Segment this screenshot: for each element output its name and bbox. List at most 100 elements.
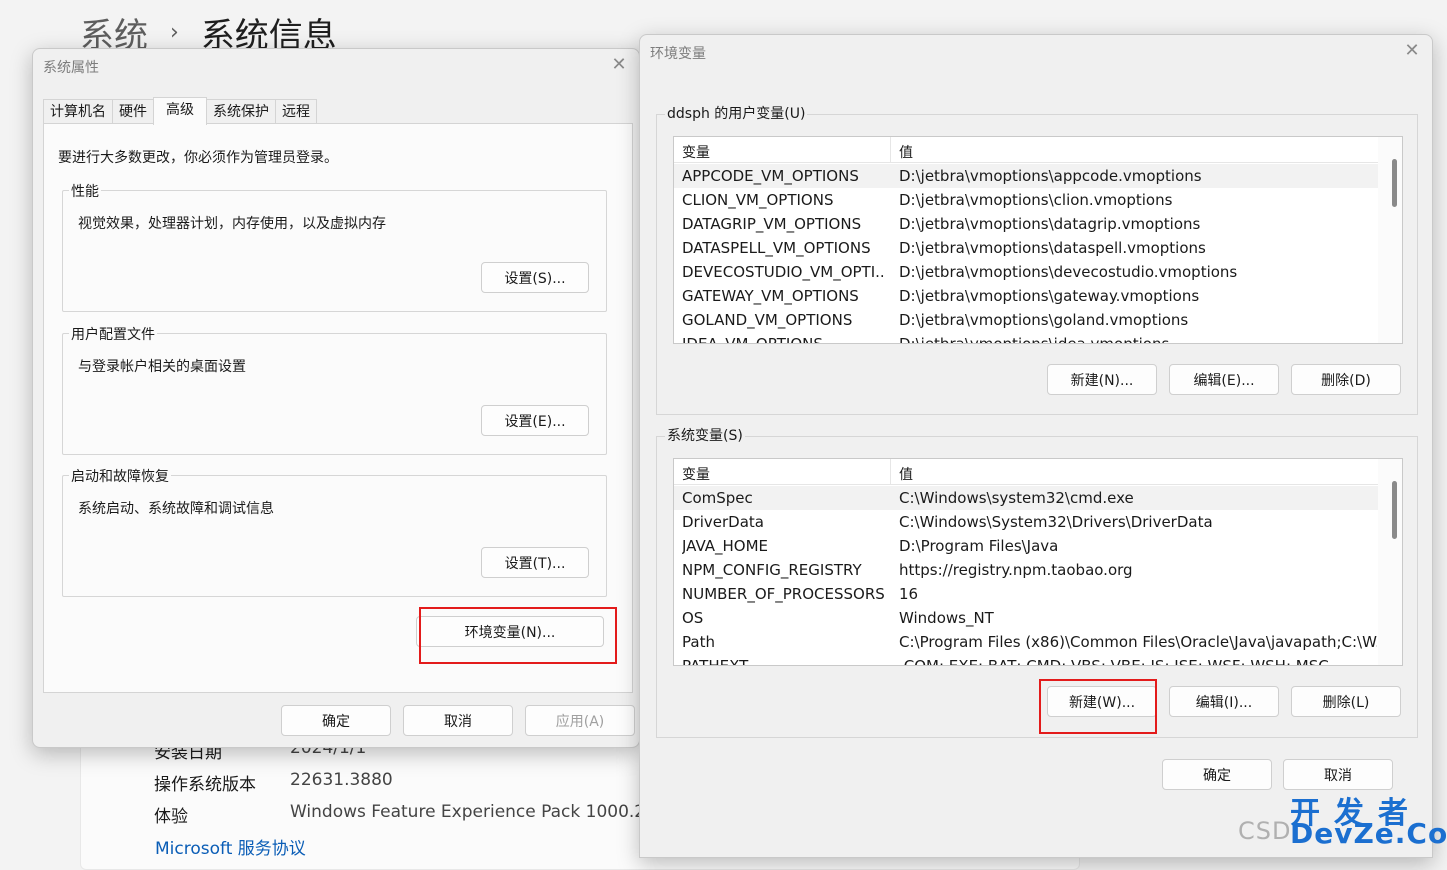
var-value: D:\jetbra\vmoptions\appcode.vmoptions: [899, 167, 1202, 185]
column-divider[interactable]: [890, 137, 891, 163]
var-value: .COM;.EXE;.BAT;.CMD;.VBS;.VBE;.JS;.JSE;.…: [899, 657, 1329, 666]
column-header-name[interactable]: 变量: [682, 464, 710, 484]
highlight-box: [419, 607, 617, 664]
column-divider[interactable]: [890, 459, 891, 485]
var-value: D:\jetbra\vmoptions\dataspell.vmoptions: [899, 239, 1206, 257]
column-header-value[interactable]: 值: [899, 464, 913, 484]
user-profiles-settings-button[interactable]: 设置(E)...: [481, 405, 589, 436]
environment-variables-dialog: 环境变量 ✕ ddsph 的用户变量(U) 变量 值 APPCODE_VM_OP…: [639, 34, 1433, 858]
var-value: D:\jetbra\vmoptions\gateway.vmoptions: [899, 287, 1200, 305]
list-item[interactable]: JAVA_HOME D:\Program Files\Java: [674, 534, 1379, 558]
ok-button[interactable]: 确定: [1162, 759, 1272, 790]
column-header-value[interactable]: 值: [899, 142, 913, 162]
dialog-title: 系统属性: [43, 60, 99, 76]
user-variables-list[interactable]: 变量 值 APPCODE_VM_OPTIONS D:\jetbra\vmoptio…: [673, 136, 1403, 344]
list-item[interactable]: OS Windows_NT: [674, 606, 1379, 630]
column-header-name[interactable]: 变量: [682, 142, 710, 162]
list-item[interactable]: IDEA_VM_OPTIONS D:\jetbra\vmoptions\idea.…: [674, 332, 1379, 344]
dialog-title: 环境变量: [650, 46, 706, 62]
tab-advanced[interactable]: 高级: [153, 97, 207, 125]
close-icon[interactable]: ✕: [1402, 41, 1422, 61]
spec-value: 22631.3880: [290, 770, 393, 790]
var-value: 16: [899, 585, 919, 603]
watermark-csdn: CSD: [1238, 817, 1292, 845]
var-name: GOLAND_VM_OPTIONS: [682, 311, 853, 329]
var-name: PATHEXT: [682, 657, 749, 666]
var-name: OS: [682, 609, 704, 627]
user-delete-button[interactable]: 删除(D): [1291, 364, 1401, 395]
var-value: D:\jetbra\vmoptions\goland.vmoptions: [899, 311, 1189, 329]
var-name: DriverData: [682, 513, 764, 531]
user-variables-section: ddsph 的用户变量(U) 变量 值 APPCODE_VM_OPTIONS D:…: [656, 103, 1418, 415]
user-edit-button[interactable]: 编辑(E)...: [1169, 364, 1279, 395]
group-label: 启动和故障恢复: [69, 466, 171, 486]
list-item[interactable]: GATEWAY_VM_OPTIONS D:\jetbra\vmoptions\ga…: [674, 284, 1379, 308]
list-item[interactable]: DATAGRIP_VM_OPTIONS D:\jetbra\vmoptions\d…: [674, 212, 1379, 236]
list-item[interactable]: DEVECOSTUDIO_VM_OPTI... D:\jetbra\vmoptio…: [674, 260, 1379, 284]
admin-note: 要进行大多数更改，你必须作为管理员登录。: [58, 150, 338, 166]
var-name: DATASPELL_VM_OPTIONS: [682, 239, 871, 257]
startup-recovery-group: 启动和故障恢复 系统启动、系统故障和调试信息 设置(T)...: [62, 466, 607, 597]
performance-group: 性能 视觉效果，处理器计划，内存使用，以及虚拟内存 设置(S)...: [62, 181, 607, 312]
list-item[interactable]: DriverData C:\Windows\System32\Drivers\Dr…: [674, 510, 1379, 534]
var-name: JAVA_HOME: [682, 537, 769, 555]
var-value: C:\Program Files (x86)\Common Files\Orac…: [899, 633, 1377, 651]
var-name: ComSpec: [682, 489, 753, 507]
var-name: APPCODE_VM_OPTIONS: [682, 167, 859, 185]
user-profiles-group: 用户配置文件 与登录帐户相关的桌面设置 设置(E)...: [62, 324, 607, 455]
cancel-button[interactable]: 取消: [403, 705, 513, 736]
ms-service-agreement-link[interactable]: Microsoft 服务协议: [155, 834, 306, 859]
list-item[interactable]: CLION_VM_OPTIONS D:\jetbra\vmoptions\clio…: [674, 188, 1379, 212]
list-scrollbar[interactable]: [1378, 137, 1402, 343]
var-value: D:\Program Files\Java: [899, 537, 1059, 555]
tab-remote[interactable]: 远程: [275, 99, 317, 125]
list-header: 变量 值: [674, 459, 1379, 485]
cancel-button[interactable]: 取消: [1283, 759, 1393, 790]
section-label: ddsph 的用户变量(U): [665, 103, 808, 123]
group-desc: 与登录帐户相关的桌面设置: [78, 359, 246, 375]
var-value: D:\jetbra\vmoptions\clion.vmoptions: [899, 191, 1173, 209]
var-name: Path: [682, 633, 715, 651]
close-icon[interactable]: ✕: [609, 55, 629, 75]
var-name: IDEA_VM_OPTIONS: [682, 335, 823, 344]
var-value: D:\jetbra\vmoptions\devecostudio.vmoptio…: [899, 263, 1238, 281]
list-header: 变量 值: [674, 137, 1379, 163]
tab-hardware[interactable]: 硬件: [112, 99, 154, 125]
system-variables-section: 系统变量(S) 变量 值 ComSpec C:\Windows\system32\…: [656, 425, 1418, 738]
system-variables-list[interactable]: 变量 值 ComSpec C:\Windows\system32\cmd.exe …: [673, 458, 1403, 666]
breadcrumb-separator: ›: [170, 20, 179, 45]
list-item[interactable]: PATHEXT .COM;.EXE;.BAT;.CMD;.VBS;.VBE;.JS…: [674, 654, 1379, 666]
list-item[interactable]: ComSpec C:\Windows\system32\cmd.exe: [674, 486, 1379, 510]
system-properties-dialog: 系统属性 ✕ 计算机名 硬件 高级 系统保护 远程 要进行大多数更改，你必须作为…: [32, 48, 640, 748]
var-value: D:\jetbra\vmoptions\idea.vmoptions: [899, 335, 1170, 344]
list-scrollbar[interactable]: [1378, 459, 1402, 665]
spec-row-os-build: 操作系统版本 22631.3880: [154, 770, 393, 795]
performance-settings-button[interactable]: 设置(S)...: [481, 262, 589, 293]
ok-button[interactable]: 确定: [281, 705, 391, 736]
list-item[interactable]: APPCODE_VM_OPTIONS D:\jetbra\vmoptions\ap…: [674, 164, 1379, 188]
list-item[interactable]: Path C:\Program Files (x86)\Common Files\…: [674, 630, 1379, 654]
group-desc: 视觉效果，处理器计划，内存使用，以及虚拟内存: [78, 216, 386, 232]
list-item[interactable]: DATASPELL_VM_OPTIONS D:\jetbra\vmoptions\…: [674, 236, 1379, 260]
scrollbar-thumb[interactable]: [1392, 481, 1397, 539]
var-name: CLION_VM_OPTIONS: [682, 191, 834, 209]
var-value: C:\Windows\system32\cmd.exe: [899, 489, 1134, 507]
tab-computer-name[interactable]: 计算机名: [43, 99, 113, 125]
spec-row-experience: 体验 Windows Feature Experience Pack 1000.…: [154, 802, 753, 827]
system-delete-button[interactable]: 删除(L): [1291, 686, 1401, 717]
user-new-button[interactable]: 新建(N)...: [1047, 364, 1157, 395]
scrollbar-thumb[interactable]: [1392, 159, 1397, 207]
list-item[interactable]: GOLAND_VM_OPTIONS D:\jetbra\vmoptions\gol…: [674, 308, 1379, 332]
system-edit-button[interactable]: 编辑(I)...: [1169, 686, 1279, 717]
tab-system-protection[interactable]: 系统保护: [206, 99, 276, 125]
spec-label: 体验: [154, 807, 188, 827]
list-item[interactable]: NUMBER_OF_PROCESSORS 16: [674, 582, 1379, 606]
startup-recovery-settings-button[interactable]: 设置(T)...: [481, 547, 589, 578]
apply-button[interactable]: 应用(A): [525, 705, 635, 736]
list-item[interactable]: NPM_CONFIG_REGISTRY https://registry.npm.…: [674, 558, 1379, 582]
var-name: DATAGRIP_VM_OPTIONS: [682, 215, 862, 233]
var-value: Windows_NT: [899, 609, 994, 627]
var-name: NPM_CONFIG_REGISTRY: [682, 561, 862, 579]
var-value: D:\jetbra\vmoptions\datagrip.vmoptions: [899, 215, 1201, 233]
tab-bar: 计算机名 硬件 高级 系统保护 远程: [43, 97, 317, 125]
